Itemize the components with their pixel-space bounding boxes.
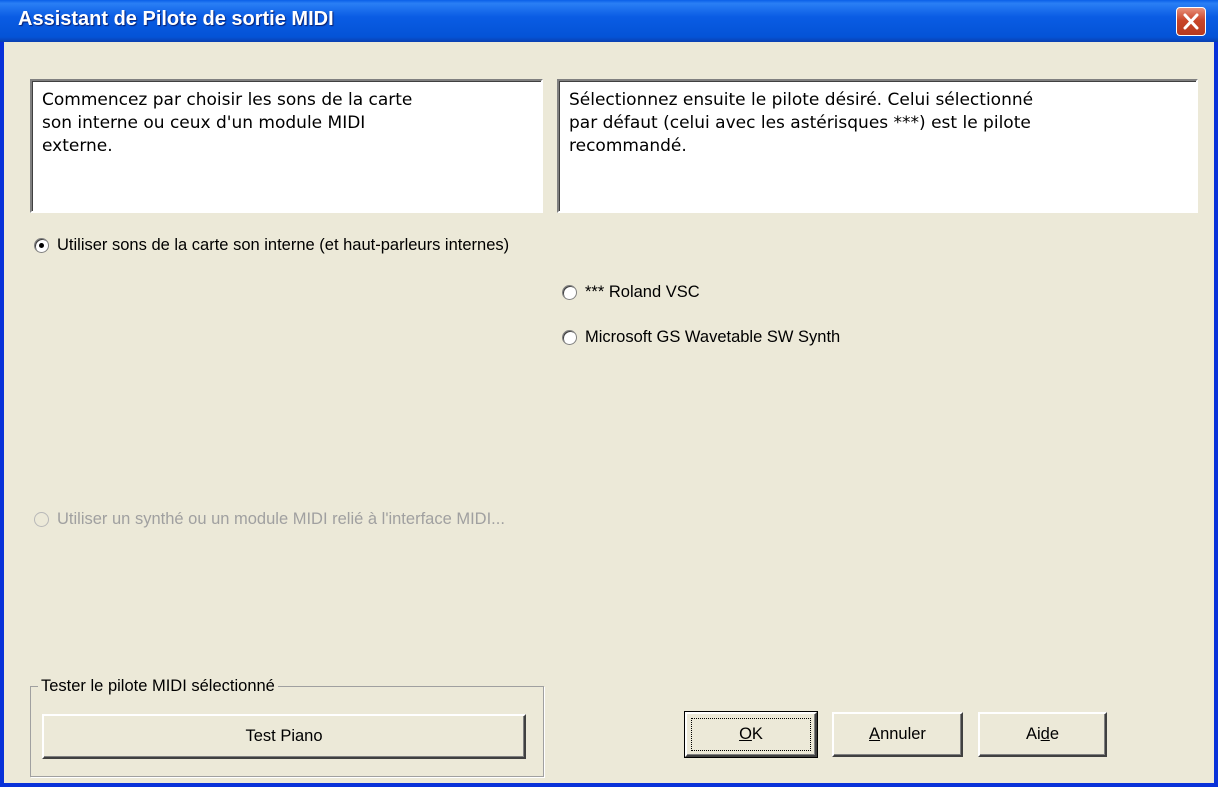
test-piano-button[interactable]: Test Piano — [42, 714, 526, 759]
cancel-button[interactable]: Annuler — [832, 712, 963, 757]
radio-driver-roland-vsc[interactable]: *** Roland VSC — [562, 280, 700, 304]
title-bar[interactable]: Assistant de Pilote de sortie MIDI — [0, 0, 1218, 42]
close-button[interactable] — [1176, 7, 1206, 36]
radio-external-midi[interactable]: Utiliser un synthé ou un module MIDI rel… — [34, 507, 505, 531]
radio-driver-roland-vsc-label: *** Roland VSC — [585, 282, 700, 301]
instruction-text-right: Sélectionnez ensuite le pilote désiré. C… — [557, 79, 1198, 213]
radio-driver-microsoft-gs-label: Microsoft GS Wavetable SW Synth — [585, 327, 841, 346]
test-piano-label: Test Piano — [245, 727, 323, 745]
instruction-text-left: Commencez par choisir les sons de la car… — [30, 79, 543, 213]
radio-button-icon[interactable] — [562, 329, 577, 345]
radio-selected-dot — [39, 242, 44, 248]
test-driver-group-label: Tester le pilote MIDI sélectionné — [38, 677, 278, 696]
radio-button-icon[interactable] — [562, 284, 577, 300]
radio-button-icon[interactable] — [34, 237, 49, 253]
radio-internal-sound[interactable]: Utiliser sons de la carte son interne (e… — [34, 233, 509, 257]
ok-button[interactable]: OK — [684, 711, 818, 758]
cancel-label: Annuler — [869, 725, 926, 743]
window-title: Assistant de Pilote de sortie MIDI — [18, 8, 334, 30]
radio-internal-sound-label: Utiliser sons de la carte son interne (e… — [57, 235, 510, 254]
focus-rectangle — [691, 718, 811, 751]
radio-driver-microsoft-gs[interactable]: Microsoft GS Wavetable SW Synth — [562, 325, 840, 349]
radio-external-midi-label: Utiliser un synthé ou un module MIDI rel… — [57, 509, 505, 528]
radio-button-icon[interactable] — [34, 511, 49, 527]
help-label: Aide — [1025, 725, 1060, 743]
help-button[interactable]: Aide — [978, 712, 1107, 757]
close-x-icon — [1183, 13, 1199, 30]
